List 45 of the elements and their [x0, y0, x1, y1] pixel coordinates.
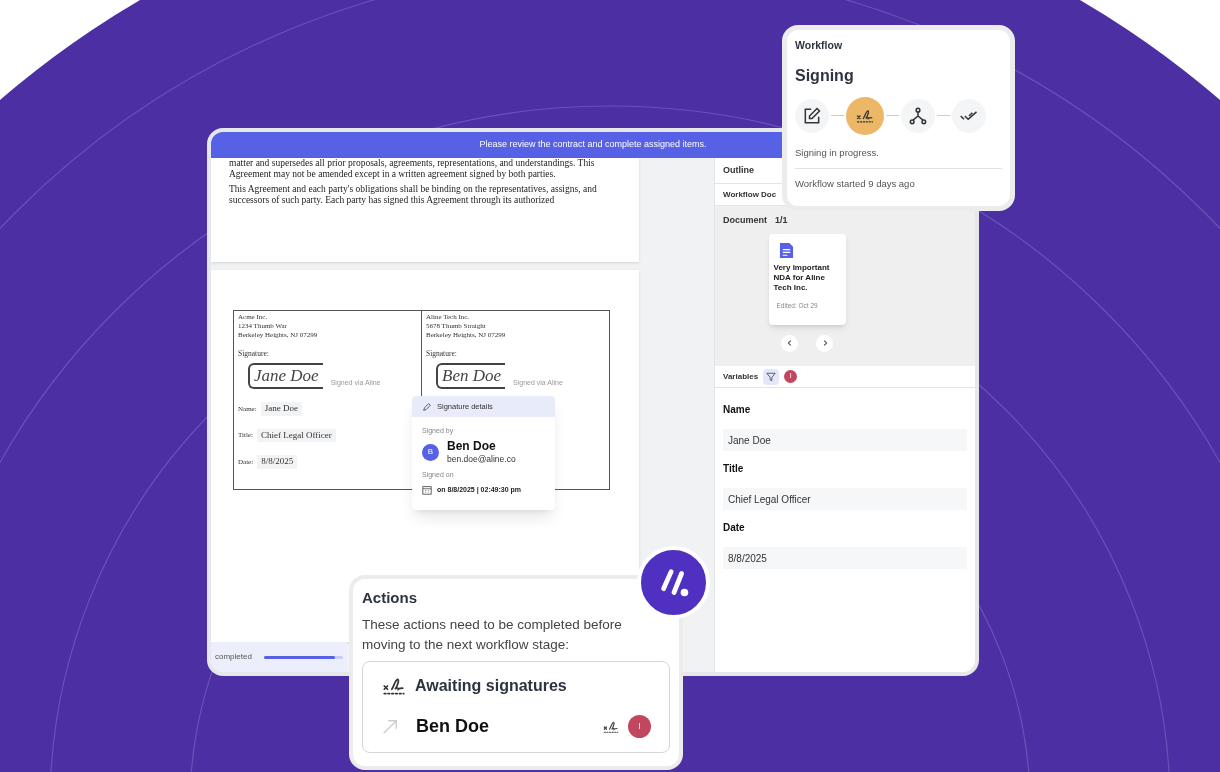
progress-label: completed — [215, 651, 252, 663]
actions-description: These actions need to be completed before moving to the next workflow stage: — [362, 615, 623, 654]
chevron-left-icon — [785, 339, 794, 347]
workflow-step[interactable] — [795, 98, 829, 133]
field-value: Jane Doe — [260, 402, 302, 416]
field-value: Chief Legal Officer — [256, 428, 336, 443]
signer-name: Ben Doe — [416, 715, 490, 738]
signer-badge: I — [628, 715, 651, 738]
signer-email: ben.doe@aline.co — [447, 452, 516, 466]
handwritten-signature: Jane Doe — [248, 363, 323, 390]
document-label: Document — [723, 214, 767, 227]
variable-label: Name — [723, 403, 752, 417]
group-title: Awaiting signatures — [415, 676, 567, 696]
workflow-step[interactable] — [952, 98, 986, 133]
filter-button[interactable] — [763, 368, 780, 385]
variable-field[interactable]: 8/8/2025 — [723, 547, 967, 569]
workflow-status: Signing in progress. — [795, 145, 880, 160]
field-value: 8/8/2025 — [257, 455, 298, 469]
variable-label: Title — [723, 462, 745, 476]
calendar-icon — [422, 485, 432, 495]
workflow-step[interactable] — [846, 96, 884, 135]
variables-label: Variables — [723, 370, 759, 383]
handwritten-signature: Ben Doe — [436, 363, 505, 390]
next-button[interactable] — [816, 334, 833, 352]
document-paragraph: matter and supersedes all prior proposals, agreements, representations, and understandings. This Agreement may not be amended except in a written agreement signed by both parties. — [229, 158, 596, 180]
previous-button[interactable] — [781, 334, 798, 352]
branch-icon — [908, 105, 928, 126]
workflow-heading: Workflow — [795, 38, 844, 53]
workflow-stage: Signing — [795, 65, 855, 86]
variable-label: Date — [723, 521, 746, 535]
workflow-step[interactable] — [901, 98, 935, 133]
pencil-icon — [422, 401, 432, 412]
filter-icon — [766, 371, 777, 382]
actions-title: Actions — [362, 588, 418, 608]
document-icon — [778, 241, 794, 259]
document-title: Very Important NDA for Aline Tech Inc. — [773, 262, 831, 293]
avatar: B — [422, 443, 439, 461]
variable-field[interactable]: Chief Legal Officer — [723, 488, 967, 510]
variable-field[interactable]: Jane Doe — [723, 429, 967, 451]
edit-icon — [802, 105, 822, 126]
signer-name: Ben Doe — [447, 439, 497, 453]
arrow-icon — [381, 717, 399, 736]
workflow-doc-tab[interactable]: Workflow Doc — [723, 188, 777, 201]
document-count: 1/1 — [775, 214, 788, 227]
document-paragraph: This Agreement and each party's obligations shall be binding on the representatives, assigns, and successors of such party. Each party has signed this Agreement through its authorized — [229, 184, 598, 206]
